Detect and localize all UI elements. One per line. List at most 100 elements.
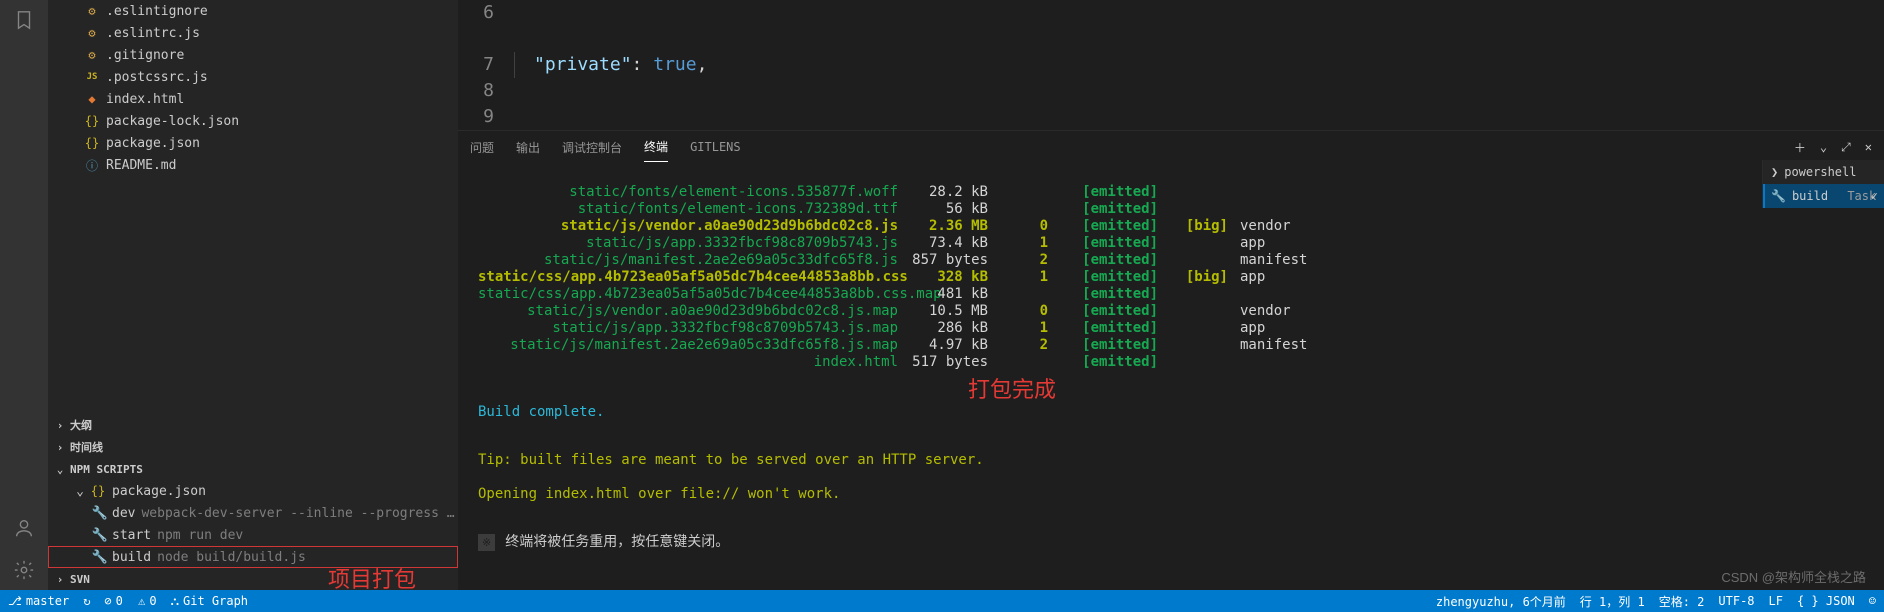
json-icon: {} (84, 113, 100, 129)
terminal-output-row: static/css/app.4b723ea05af5a05dc7b4cee44… (478, 286, 1864, 303)
tab-problems[interactable]: 问题 (470, 133, 494, 162)
status-encoding[interactable]: UTF-8 (1718, 594, 1754, 608)
code-editor[interactable]: 6 7 8 9 "private": true, ▷ Debug "script… (458, 0, 1884, 130)
terminal-output-row: static/js/vendor.a0ae90d23d9b6bdc02c8.js… (478, 218, 1864, 235)
script-cmd: node build/build.js (157, 550, 306, 565)
status-feedback[interactable]: ☺ (1869, 594, 1876, 608)
wrench-icon: 🔧 (1771, 189, 1786, 203)
branch-icon: ⎇ (8, 594, 22, 608)
file-label: .eslintignore (106, 4, 208, 19)
terminal-output-row: static/js/manifest.2ae2e69a05c33dfc65f8.… (478, 337, 1864, 354)
status-bar: ⎇master ↻ ⊘0 ⚠0 ⛬Git Graph zhengyuzhu, 6… (0, 590, 1884, 612)
chevron-down-icon: ⌄ (72, 484, 88, 499)
status-blame[interactable]: zhengyuzhu, 6个月前 (1436, 593, 1566, 610)
activity-bar (0, 0, 48, 590)
script-cmd: npm run dev (157, 528, 243, 543)
file-label: package-lock.json (106, 114, 239, 129)
build-tip1: Tip: built files are meant to be served … (478, 452, 1864, 469)
npm-package-row[interactable]: ⌄{} package.json (48, 480, 458, 502)
file-package[interactable]: {} package.json (48, 132, 458, 154)
script-cmd: webpack-dev-server --inline --progress -… (141, 506, 458, 521)
status-eol[interactable]: LF (1769, 594, 1783, 608)
file-label: .gitignore (106, 48, 184, 63)
file-eslintignore[interactable]: ⚙ .eslintignore (48, 0, 458, 22)
file-gitignore[interactable]: ⚙ .gitignore (48, 44, 458, 66)
code-content: "private": true, ▷ Debug "scripts": { "d… (514, 0, 1884, 130)
html-icon: ◆ (84, 91, 100, 107)
terminal-footer: ※终端将被任务重用，按任意键关闭。 (478, 534, 1864, 551)
file-postcssrc[interactable]: JS.postcssrc.js (48, 66, 458, 88)
tab-gitlens[interactable]: GITLENS (690, 134, 741, 160)
settings-icon[interactable] (12, 558, 36, 582)
annotation-right: 打包完成 (968, 381, 1056, 398)
warning-icon: ⚠ (138, 594, 145, 608)
tab-terminal[interactable]: 终端 (644, 132, 668, 162)
npm-script-start[interactable]: 🔧startnpm run dev (48, 524, 458, 546)
chevron-right-icon: › (52, 419, 68, 432)
file-label: README.md (106, 158, 176, 173)
status-lang[interactable]: { } JSON (1797, 594, 1855, 608)
file-tree: ⚙ .eslintignore ⚙ .eslintrc.js ⚙ .gitignore… (48, 0, 458, 414)
terminal-output-row: static/js/app.3332fbcf98c8709b5743.js73.… (478, 235, 1864, 252)
gear-icon: ⚙ (84, 25, 100, 41)
json-icon: {} (84, 135, 100, 151)
gear-icon: ⚙ (84, 47, 100, 63)
json-icon: {} (90, 483, 106, 499)
file-label: package.json (106, 136, 200, 151)
terminal-output-row: static/js/app.3332fbcf98c8709b5743.js.ma… (478, 320, 1864, 337)
gear-icon: ⚙ (84, 3, 100, 19)
status-errors[interactable]: ⊘0 ⚠0 (104, 594, 156, 608)
terminal-output-row: index.html517 bytes[emitted] (478, 354, 1864, 371)
terminal-output-row: static/fonts/element-icons.732389d.ttf56… (478, 201, 1864, 218)
terminal-output-row: static/fonts/element-icons.535877f.woff2… (478, 184, 1864, 201)
status-line-col[interactable]: 行 1，列 1 (1580, 593, 1645, 610)
terminal-label: powershell (1784, 165, 1856, 179)
file-label: .postcssrc.js (106, 70, 208, 85)
status-git-graph[interactable]: ⛬Git Graph (171, 594, 248, 609)
new-terminal-icon[interactable]: ＋ (1794, 139, 1806, 156)
terminal-output-row: static/js/vendor.a0ae90d23d9b6bdc02c8.js… (478, 303, 1864, 320)
terminal-list: ❯ powershell 🔧build Task (1762, 160, 1884, 208)
npm-scripts-header[interactable]: ⌄NPM SCRIPTS (48, 458, 458, 480)
terminal-build[interactable]: 🔧build Task (1763, 184, 1884, 208)
chevron-right-icon: › (52, 441, 68, 454)
tab-output[interactable]: 输出 (516, 133, 540, 162)
terminal-body[interactable]: static/fonts/element-icons.535877f.woff2… (458, 163, 1884, 590)
terminal-output-row: static/js/manifest.2ae2e69a05c33dfc65f8.… (478, 252, 1864, 269)
dropdown-icon[interactable]: ⌄ (1820, 140, 1827, 154)
file-indexhtml[interactable]: ◆ index.html (48, 88, 458, 110)
chevron-down-icon: ⌄ (52, 463, 68, 476)
script-name: dev (112, 506, 135, 521)
npm-package-label: package.json (112, 484, 206, 499)
timeline-label: 时间线 (70, 439, 103, 455)
file-package-lock[interactable]: {} package-lock.json (48, 110, 458, 132)
status-sync[interactable]: ↻ (83, 594, 90, 608)
tab-debug-console[interactable]: 调试控制台 (562, 133, 622, 162)
file-readme[interactable]: ⓘREADME.md (48, 154, 458, 176)
terminal-suffix: Task (1847, 189, 1876, 203)
maximize-icon[interactable]: ⤢ (1841, 140, 1851, 155)
wrench-icon: 🔧 (92, 506, 108, 521)
status-branch[interactable]: ⎇master (8, 594, 69, 608)
bookmark-icon[interactable] (12, 8, 36, 32)
close-panel-icon[interactable]: ✕ (1865, 140, 1872, 154)
panel-tabs: 问题 输出 调试控制台 终端 GITLENS ＋ ⌄ ⤢ ✕ (458, 131, 1884, 163)
outline-header[interactable]: ›大纲 (48, 414, 458, 436)
graph-icon: ⛬ (171, 594, 179, 609)
terminal-powershell[interactable]: ❯ powershell (1763, 160, 1884, 184)
outline-label: 大纲 (70, 417, 92, 433)
timeline-header[interactable]: ›时间线 (48, 436, 458, 458)
file-label: index.html (106, 92, 184, 107)
shell-icon: ❯ (1771, 165, 1778, 179)
file-label: .eslintrc.js (106, 26, 200, 41)
build-complete-msg: Build complete. (478, 404, 1864, 421)
build-tip2: Opening index.html over file:// won't wo… (478, 486, 1864, 503)
chevron-right-icon: › (52, 573, 68, 586)
npm-script-dev[interactable]: 🔧 dev webpack-dev-server --inline --progre… (48, 502, 458, 524)
explorer-sidebar: ⚙ .eslintignore ⚙ .eslintrc.js ⚙ .gitignore… (48, 0, 458, 590)
editor-pane: 6 7 8 9 "private": true, ▷ Debug "script… (458, 0, 1884, 590)
status-spaces[interactable]: 空格: 2 (1659, 593, 1705, 610)
wrench-icon: 🔧 (92, 550, 108, 565)
file-eslintrc[interactable]: ⚙ .eslintrc.js (48, 22, 458, 44)
account-icon[interactable] (12, 516, 36, 540)
